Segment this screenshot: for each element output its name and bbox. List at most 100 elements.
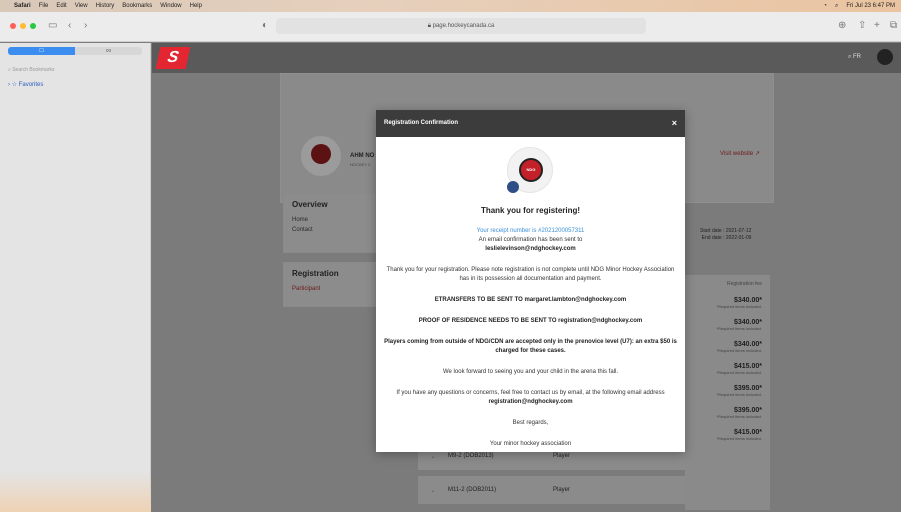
close-icon[interactable]: ×	[672, 110, 677, 137]
registration-confirmation-modal: Registration Confirmation × NDG Thank yo…	[376, 110, 685, 452]
category-name: M11-2 (DOB2011)	[448, 487, 497, 493]
questions-text: If you have any questions or concerns, f…	[396, 390, 665, 396]
site-header: S ⌕ FR	[152, 43, 901, 73]
menu-history[interactable]: History	[96, 3, 115, 9]
etransfers-note: ETRANSFERS TO BE SENT TO margaret.lambto…	[434, 297, 627, 303]
club-subtitle: HOCKEY C	[350, 162, 371, 167]
menu-edit[interactable]: Edit	[56, 3, 66, 9]
share-icon[interactable]: ⇧	[858, 20, 866, 31]
datetime[interactable]: Fri Jul 23 6:47 PM	[846, 3, 895, 9]
menu-help[interactable]: Help	[190, 3, 202, 9]
end-date: End date : 2022-01-09	[701, 235, 752, 241]
wifi-icon[interactable]: ◔	[823, 3, 827, 9]
close-window-button[interactable]	[10, 23, 16, 29]
category-name: M9-2 (DOB2013)	[448, 453, 494, 459]
address-bar[interactable]: 🔒︎ page.hockeycanada.ca	[276, 18, 646, 34]
club-logo-mark: NDG	[519, 158, 543, 182]
menu-view[interactable]: View	[75, 3, 88, 9]
fee-note: *Required items included.	[716, 392, 762, 397]
nav-contact[interactable]: Contact	[284, 225, 375, 235]
nav-home[interactable]: Home	[284, 215, 375, 225]
registration-panel: Registration Participant	[283, 262, 376, 307]
favorites-label: Favorites	[18, 82, 44, 88]
fee-note: *Required items included.	[716, 370, 762, 375]
menu-file[interactable]: File	[39, 3, 49, 9]
menu-window[interactable]: Window	[160, 3, 181, 9]
season-dates: Start date : 2021-07-12 End date : 2022-…	[700, 228, 751, 242]
fee-item: $340.00* *Required items included.	[685, 293, 770, 315]
sidebar-toggle-icon[interactable]: ▭	[48, 20, 57, 31]
user-avatar[interactable]	[877, 49, 893, 65]
menu-safari[interactable]: Safari	[14, 3, 31, 9]
overview-title: Overview	[292, 200, 328, 209]
fee-note: *Required items included.	[716, 304, 762, 309]
new-tab-icon[interactable]: +	[874, 20, 880, 31]
fee-amount: $395.00*	[733, 385, 762, 392]
minimize-window-button[interactable]	[20, 23, 26, 29]
site-logo[interactable]: S	[155, 47, 191, 69]
start-date: Start date : 2021-07-12	[700, 228, 752, 234]
modal-body: Thank you for registering! Your receipt …	[376, 206, 685, 449]
fee-item: $340.00* *Required items included.	[685, 315, 770, 337]
modal-header: Registration Confirmation ×	[376, 110, 685, 137]
window-controls	[10, 23, 36, 29]
fee-amount: $415.00*	[733, 363, 762, 370]
fees-column: Registration fee $340.00* *Required items…	[685, 275, 770, 510]
back-icon[interactable]: ‹	[68, 20, 71, 31]
language-toggle[interactable]: ⌕ FR	[848, 54, 861, 61]
star-icon: › ☆	[8, 82, 19, 88]
fee-amount: $415.00*	[733, 429, 762, 436]
category-list: ⌄ M9-2 (DOB2013) Player ⌄ M11-2 (DOB2011…	[418, 442, 685, 512]
fee-item: $395.00* *Required items included.	[685, 403, 770, 425]
favorites-folder[interactable]: › ☆ Favorites	[8, 81, 43, 88]
search-bookmarks-input[interactable]: ⌕ Search Bookmarks	[8, 67, 54, 73]
hockey-canada-badge-icon	[507, 181, 519, 193]
fee-amount: $340.00*	[733, 341, 762, 348]
fee-note: *Required items included.	[716, 414, 762, 419]
tab-reading-list[interactable]: oo	[75, 47, 142, 55]
email-confirmation-text: An email confirmation has been sent to	[478, 237, 583, 243]
bookmarks-sidebar: ☐ oo ⌕ Search Bookmarks › ☆ Favorites	[0, 43, 151, 512]
tabs-overview-icon[interactable]: ⧉	[890, 20, 897, 31]
receipt-number: Your receipt number is #2021200057311	[476, 228, 585, 234]
modal-title: Registration Confirmation	[384, 120, 459, 126]
browser-toolbar: ▭ ‹ › ◐ 🔒︎ page.hockeycanada.ca ⊕ ⇧ + ⧉	[0, 12, 901, 42]
table-row[interactable]: ⌄ M11-2 (DOB2011) Player	[418, 476, 685, 504]
overview-panel: Overview Home Contact	[283, 193, 376, 253]
confirmation-email: leslielevinson@ndghockey.com	[485, 246, 576, 252]
category-role: Player	[553, 453, 571, 459]
fee-item: $415.00* *Required items included.	[685, 425, 770, 447]
regards: Best regards,	[512, 420, 549, 426]
fee-amount: $340.00*	[733, 297, 762, 304]
shield-icon[interactable]: ◐	[262, 20, 268, 31]
fee-item: $395.00* *Required items included.	[685, 381, 770, 403]
nav-participant[interactable]: Participant	[284, 284, 375, 294]
questions-note: If you have any questions or concerns, f…	[376, 389, 685, 407]
category-role: Player	[553, 487, 571, 493]
club-name: AHM NO	[350, 153, 375, 159]
fee-amount: $395.00*	[733, 407, 762, 414]
fee-item: $340.00* *Required items included.	[685, 337, 770, 359]
macos-menubar: Safari File Edit View History Bookmarks …	[0, 0, 901, 12]
fee-item: $415.00* *Required items included.	[685, 359, 770, 381]
signature: Your minor hockey association	[489, 441, 572, 447]
chevron-down-icon[interactable]: ⌄	[418, 453, 448, 460]
search-icon[interactable]: ⌕	[835, 3, 838, 10]
menu-bookmarks[interactable]: Bookmarks	[122, 3, 152, 9]
players-note: Players coming from outside of NDG/CDN a…	[384, 339, 677, 354]
questions-email[interactable]: registration@ndghockey.com	[488, 399, 572, 405]
sidebar-wallpaper	[0, 472, 151, 512]
thanks-heading: Thank you for registering!	[480, 206, 581, 215]
search-placeholder: Search Bookmarks	[12, 67, 55, 73]
tab-bookmarks[interactable]: ☐	[8, 47, 75, 55]
club-logo	[299, 134, 343, 178]
forward-icon[interactable]: ›	[84, 20, 87, 31]
visit-website-link[interactable]: Visit website ↗	[720, 150, 760, 157]
download-icon[interactable]: ⊕	[838, 20, 846, 31]
chevron-down-icon[interactable]: ⌄	[418, 487, 448, 494]
fee-amount: $340.00*	[733, 319, 762, 326]
fee-note: *Required items included.	[716, 436, 762, 441]
zoom-window-button[interactable]	[30, 23, 36, 29]
lang-label: FR	[853, 54, 861, 60]
forward-note: We look forward to seeing you and your c…	[443, 369, 618, 375]
